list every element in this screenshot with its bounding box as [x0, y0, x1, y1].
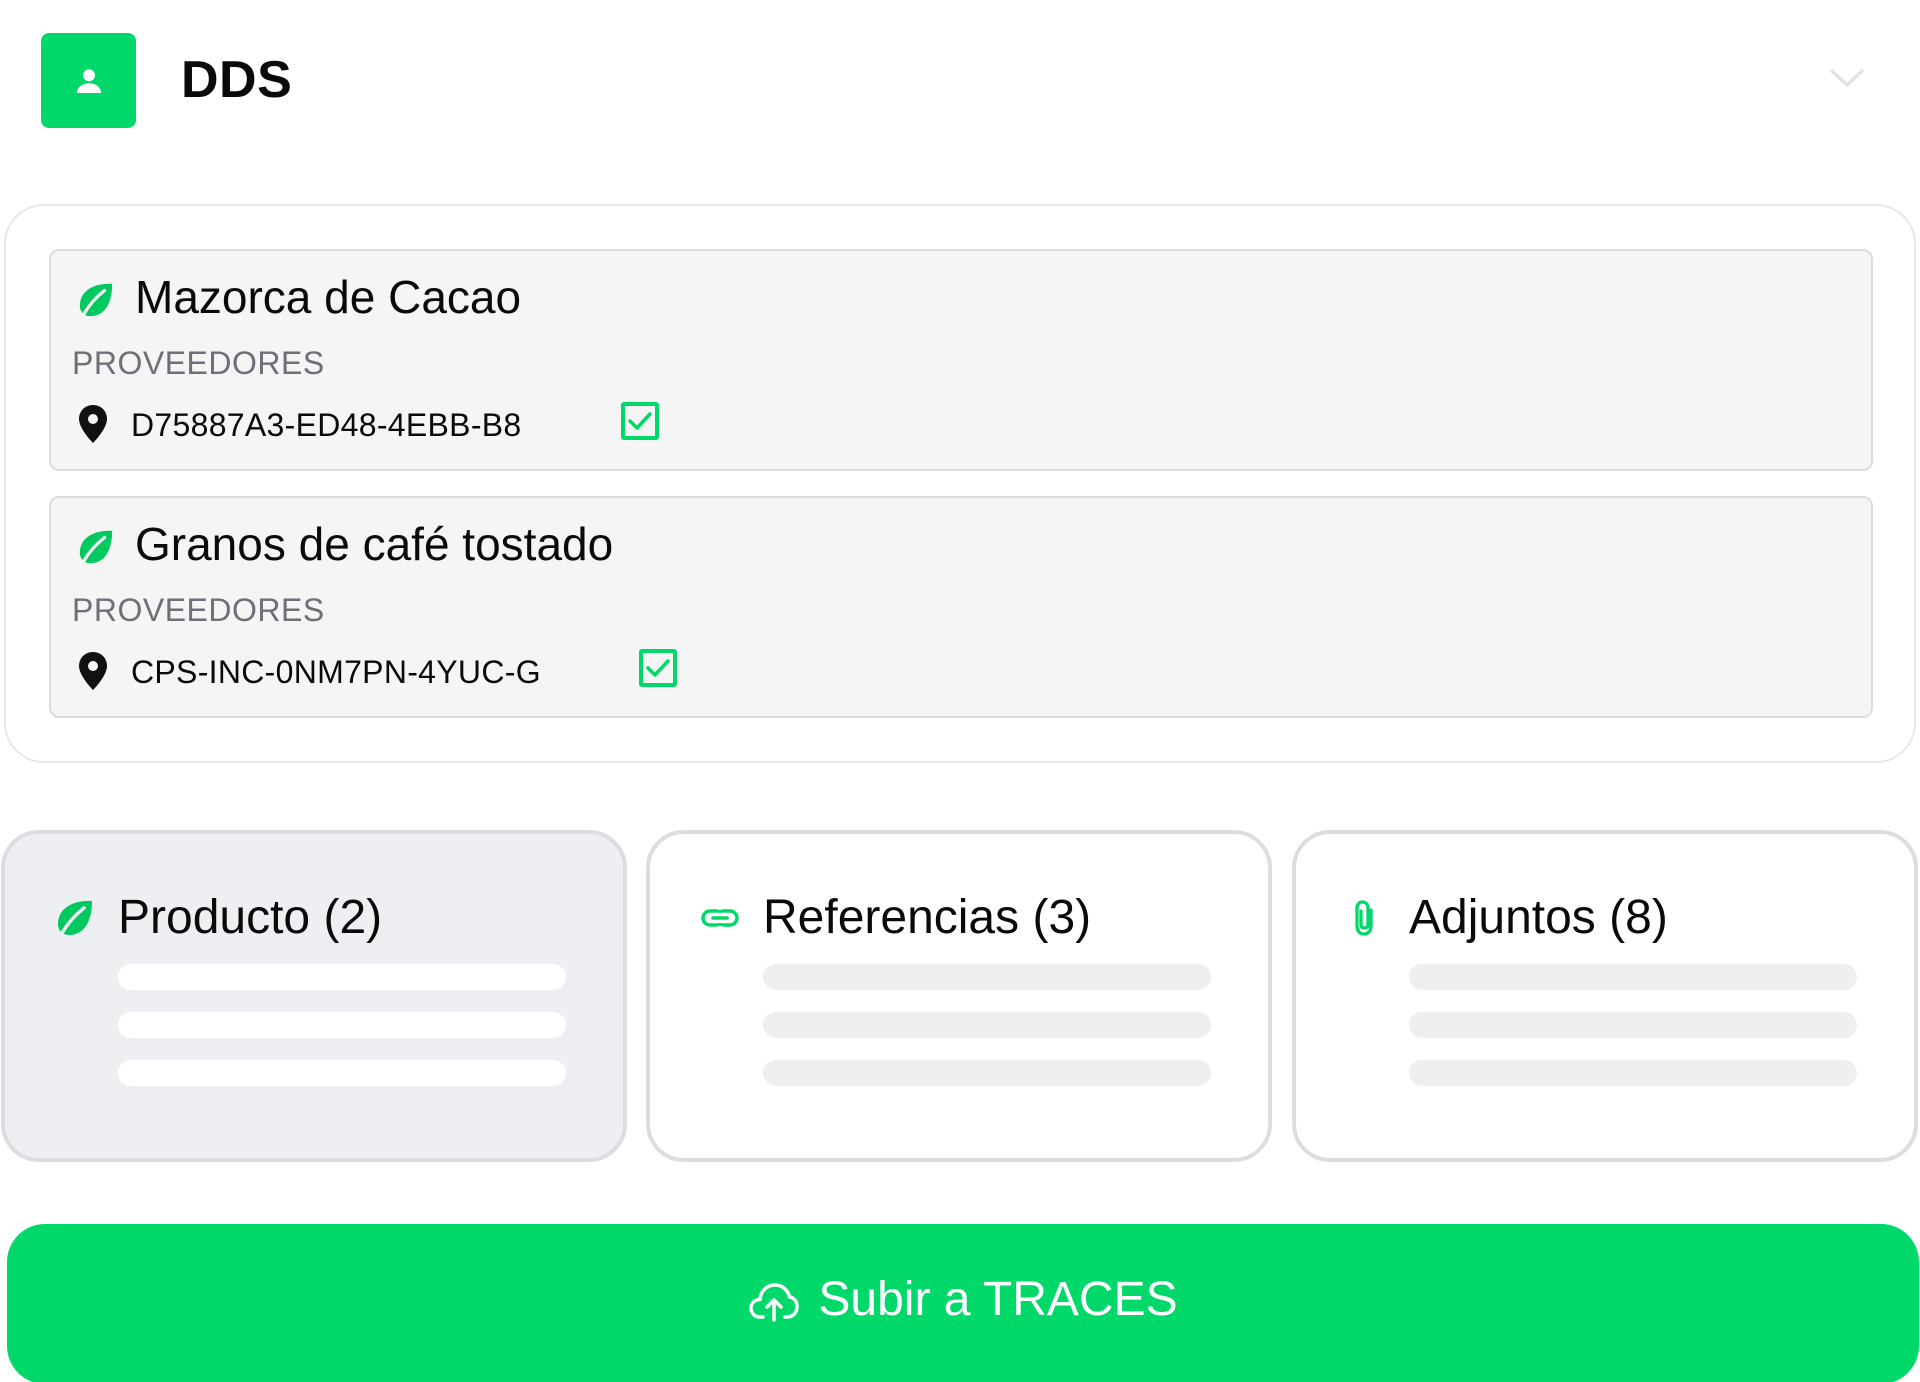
leaf-icon [79, 283, 113, 317]
supplier-code: D75887A3-ED48-4EBB-B8 [131, 407, 522, 443]
summary-card-referencias[interactable]: Referencias (3) [646, 830, 1272, 1162]
skeleton-line [118, 964, 566, 990]
link-icon [701, 909, 739, 927]
product-card: Mazorca de Cacao PROVEEDORES D75887A3-ED… [49, 249, 1873, 471]
product-card: Granos de café tostado PROVEEDORES CPS-I… [49, 496, 1873, 718]
leaf-icon [58, 900, 92, 935]
check-icon [628, 412, 652, 430]
supplier-checkbox[interactable] [621, 402, 659, 440]
skeleton-line [1409, 964, 1857, 990]
summary-card-adjuntos[interactable]: Adjuntos (8) [1292, 830, 1918, 1162]
skeleton-line [118, 1060, 566, 1086]
skeleton-line [1409, 1012, 1857, 1038]
product-name: Granos de café tostado [135, 518, 614, 570]
product-name: Mazorca de Cacao [135, 271, 522, 323]
summary-card-label: Adjuntos (8) [1409, 891, 1668, 944]
summary-card-producto[interactable]: Producto (2) [1, 830, 627, 1162]
skeleton-line [1409, 1060, 1857, 1086]
summary-card-label: Producto (2) [118, 891, 383, 944]
check-icon [646, 659, 670, 677]
suppliers-heading: PROVEEDORES [72, 345, 325, 381]
skeleton-line [118, 1012, 566, 1038]
suppliers-heading: PROVEEDORES [72, 592, 325, 628]
upload-button-label: Subir a TRACES [818, 1273, 1178, 1326]
upload-to-traces-button[interactable]: Subir a TRACES [7, 1224, 1919, 1382]
page-title: DDS [181, 51, 293, 109]
supplier-checkbox[interactable] [639, 649, 677, 687]
paperclip-icon [1355, 900, 1373, 936]
skeleton-line [763, 964, 1211, 990]
avatar [41, 33, 136, 128]
header: DDS [0, 0, 1920, 160]
map-pin-icon [79, 405, 107, 443]
skeleton-line [763, 1012, 1211, 1038]
dds-page: DDS Mazorca de Cacao PROVEEDORES D75887A… [0, 0, 1920, 1382]
leaf-icon [79, 530, 113, 564]
chevron-down-icon[interactable] [1828, 66, 1866, 90]
skeleton-line [763, 1060, 1211, 1086]
summary-card-label: Referencias (3) [763, 891, 1092, 944]
map-pin-icon [79, 652, 107, 690]
user-icon [76, 68, 101, 93]
supplier-code: CPS-INC-0NM7PN-4YUC-G [131, 654, 541, 690]
cloud-upload-icon [749, 1283, 800, 1322]
